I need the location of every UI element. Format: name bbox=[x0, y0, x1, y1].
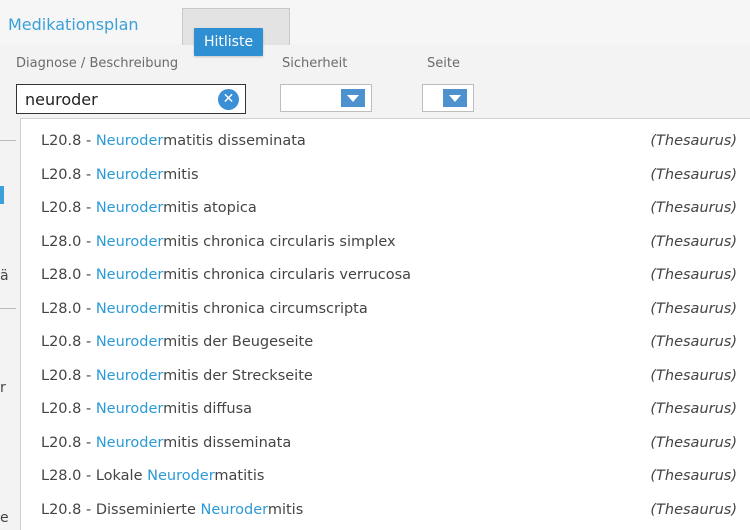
diagnosis-prefix: Disseminierte bbox=[95, 501, 201, 518]
background-text-fragment: ä bbox=[0, 268, 9, 284]
chevron-down-icon[interactable] bbox=[341, 89, 365, 107]
diagnosis-prefix: Lokale bbox=[95, 468, 148, 484]
icd-code: L20.8 bbox=[41, 166, 82, 183]
source-label: (Thesaurus) bbox=[650, 133, 737, 149]
sicherheit-select[interactable] bbox=[280, 84, 372, 112]
search-match-highlight: Neuroder bbox=[95, 200, 164, 216]
diagnosis-suffix: mitis bbox=[267, 501, 304, 518]
tab-strip: Medikationsplan bbox=[0, 0, 750, 45]
source-label: (Thesaurus) bbox=[650, 166, 737, 183]
hit-diagnosis-text: L20.8 - Neurodermitis atopica bbox=[41, 200, 257, 216]
source-label: (Thesaurus) bbox=[650, 501, 737, 518]
source-label: (Thesaurus) bbox=[650, 434, 737, 451]
hit-diagnosis-text: L20.8 - Neurodermitis der Streckseite bbox=[41, 367, 313, 384]
source-label: (Thesaurus) bbox=[650, 401, 737, 417]
icd-code: L20.8 bbox=[41, 501, 82, 518]
list-item[interactable]: L28.0 - Neurodermitis chronica circulari… bbox=[21, 228, 750, 260]
tab-medikationsplan[interactable]: Medikationsplan bbox=[8, 15, 139, 34]
icd-code: L20.8 bbox=[41, 133, 82, 149]
background-text-fragment: r bbox=[0, 380, 6, 396]
icd-code: L20.8 bbox=[41, 367, 82, 384]
source-label: (Thesaurus) bbox=[650, 233, 737, 250]
diagnosis-suffix: mitis chronica circularis simplex bbox=[163, 233, 396, 250]
diagnosis-suffix: matitis disseminata bbox=[163, 133, 306, 149]
diagnosis-suffix: matitis bbox=[214, 468, 265, 484]
list-item[interactable]: L20.8 - Disseminierte Neurodermitis (Thes… bbox=[21, 496, 750, 528]
seite-label: Seite bbox=[427, 56, 460, 71]
diagnose-label: Diagnose / Beschreibung bbox=[16, 56, 179, 71]
app-window: Medikationsplan Hitliste Diagnose / Besc… bbox=[0, 0, 750, 530]
seite-select[interactable] bbox=[422, 84, 474, 112]
hit-diagnosis-text: L20.8 - Neurodermatitis disseminata bbox=[41, 133, 306, 149]
icd-code: L20.8 bbox=[41, 334, 82, 350]
icd-code: L28.0 bbox=[41, 233, 82, 250]
divider bbox=[0, 140, 16, 141]
hit-diagnosis-text: L28.0 - Neurodermitis chronica circulari… bbox=[41, 267, 412, 283]
search-match-highlight: Neuroder bbox=[95, 233, 164, 250]
diagnosis-suffix: mitis bbox=[163, 166, 199, 183]
diagnosis-suffix: mitis der Beugeseite bbox=[163, 334, 314, 350]
icd-code: L20.8 bbox=[41, 434, 82, 451]
diagnosis-suffix: mitis diffusa bbox=[163, 401, 253, 417]
search-match-highlight: Neuroder bbox=[95, 166, 164, 183]
hit-diagnosis-text: L20.8 - Disseminierte Neurodermitis bbox=[41, 501, 304, 518]
diagnosis-suffix: mitis der Streckseite bbox=[163, 367, 313, 384]
hit-diagnosis-text: L28.0 - Neurodermitis chronica circulari… bbox=[41, 233, 396, 250]
diagnosis-suffix: mitis chronica circularis verrucosa bbox=[163, 267, 412, 283]
search-match-highlight: Neuroder bbox=[95, 334, 164, 350]
source-label: (Thesaurus) bbox=[650, 468, 737, 484]
list-item[interactable]: L20.8 - Neurodermitis disseminata (Thesau… bbox=[21, 429, 750, 461]
background-text-fragment: e bbox=[0, 510, 9, 526]
list-item[interactable]: L20.8 - Neurodermitis atopica (Thesaurus) bbox=[21, 194, 750, 226]
icd-code: L20.8 bbox=[41, 200, 82, 216]
source-label: (Thesaurus) bbox=[650, 200, 737, 216]
background-form-sliver: ä r e bbox=[0, 118, 22, 530]
search-match-highlight: Neuroder bbox=[147, 468, 215, 484]
list-item[interactable]: L20.8 - Neurodermitis der Streckseite (Th… bbox=[21, 362, 750, 394]
diagnosis-suffix: mitis disseminata bbox=[163, 434, 292, 451]
hit-diagnosis-text: L28.0 - Neurodermitis chronica circumscr… bbox=[41, 300, 368, 317]
source-label: (Thesaurus) bbox=[650, 367, 737, 384]
divider bbox=[0, 308, 16, 309]
source-label: (Thesaurus) bbox=[650, 300, 737, 317]
search-match-highlight: Neuroder bbox=[95, 434, 164, 451]
search-input-value: neuroder bbox=[25, 90, 98, 109]
list-item[interactable]: L28.0 - Neurodermitis chronica circumscr… bbox=[21, 295, 750, 327]
icd-code: L20.8 bbox=[41, 401, 82, 417]
hit-diagnosis-text: L20.8 - Neurodermitis der Beugeseite bbox=[41, 334, 314, 350]
source-label: (Thesaurus) bbox=[650, 267, 737, 283]
sicherheit-label: Sicherheit bbox=[282, 56, 348, 71]
search-match-highlight: Neuroder bbox=[95, 267, 164, 283]
hit-diagnosis-text: L20.8 - Neurodermitis bbox=[41, 166, 199, 183]
chevron-down-icon[interactable] bbox=[443, 89, 467, 107]
diagnosis-suffix: mitis chronica circumscripta bbox=[163, 300, 368, 317]
search-match-highlight: Neuroder bbox=[95, 367, 164, 384]
hit-diagnosis-text: L20.8 - Neurodermitis disseminata bbox=[41, 434, 292, 451]
diagnose-search-input[interactable]: neuroder ✕ bbox=[16, 84, 246, 114]
icd-code: L28.0 bbox=[41, 300, 82, 317]
clear-icon[interactable]: ✕ bbox=[218, 89, 239, 110]
search-match-highlight: Neuroder bbox=[95, 401, 164, 417]
list-item[interactable]: L20.8 - Neurodermitis der Beugeseite (The… bbox=[21, 328, 750, 360]
source-label: (Thesaurus) bbox=[650, 334, 737, 350]
search-match-highlight: Neuroder bbox=[95, 300, 164, 317]
icd-code: L28.0 bbox=[41, 267, 82, 283]
icd-code: L28.0 bbox=[41, 468, 82, 484]
list-item[interactable]: L28.0 - Neurodermitis chronica circulari… bbox=[21, 261, 750, 293]
hitlist-tooltip: Hitliste bbox=[194, 28, 264, 56]
search-match-highlight: Neuroder bbox=[200, 501, 268, 518]
list-item[interactable]: L20.8 - Neurodermatitis disseminata (Thes… bbox=[21, 127, 750, 159]
list-item[interactable]: L20.8 - Neurodermitis (Thesaurus) bbox=[21, 161, 750, 193]
background-tab-marker bbox=[0, 186, 4, 204]
search-match-highlight: Neuroder bbox=[95, 133, 164, 149]
hitlist-popup: L20.8 - Neurodermatitis disseminata (Thes… bbox=[20, 118, 750, 530]
list-item[interactable]: L20.8 - Neurodermitis diffusa (Thesaurus) bbox=[21, 395, 750, 427]
diagnosis-suffix: mitis atopica bbox=[163, 200, 257, 216]
hit-diagnosis-text: L20.8 - Neurodermitis diffusa bbox=[41, 401, 253, 417]
hit-diagnosis-text: L28.0 - Lokale Neurodermatitis bbox=[41, 468, 265, 484]
list-item[interactable]: L28.0 - Lokale Neurodermatitis (Thesaurus… bbox=[21, 462, 750, 494]
